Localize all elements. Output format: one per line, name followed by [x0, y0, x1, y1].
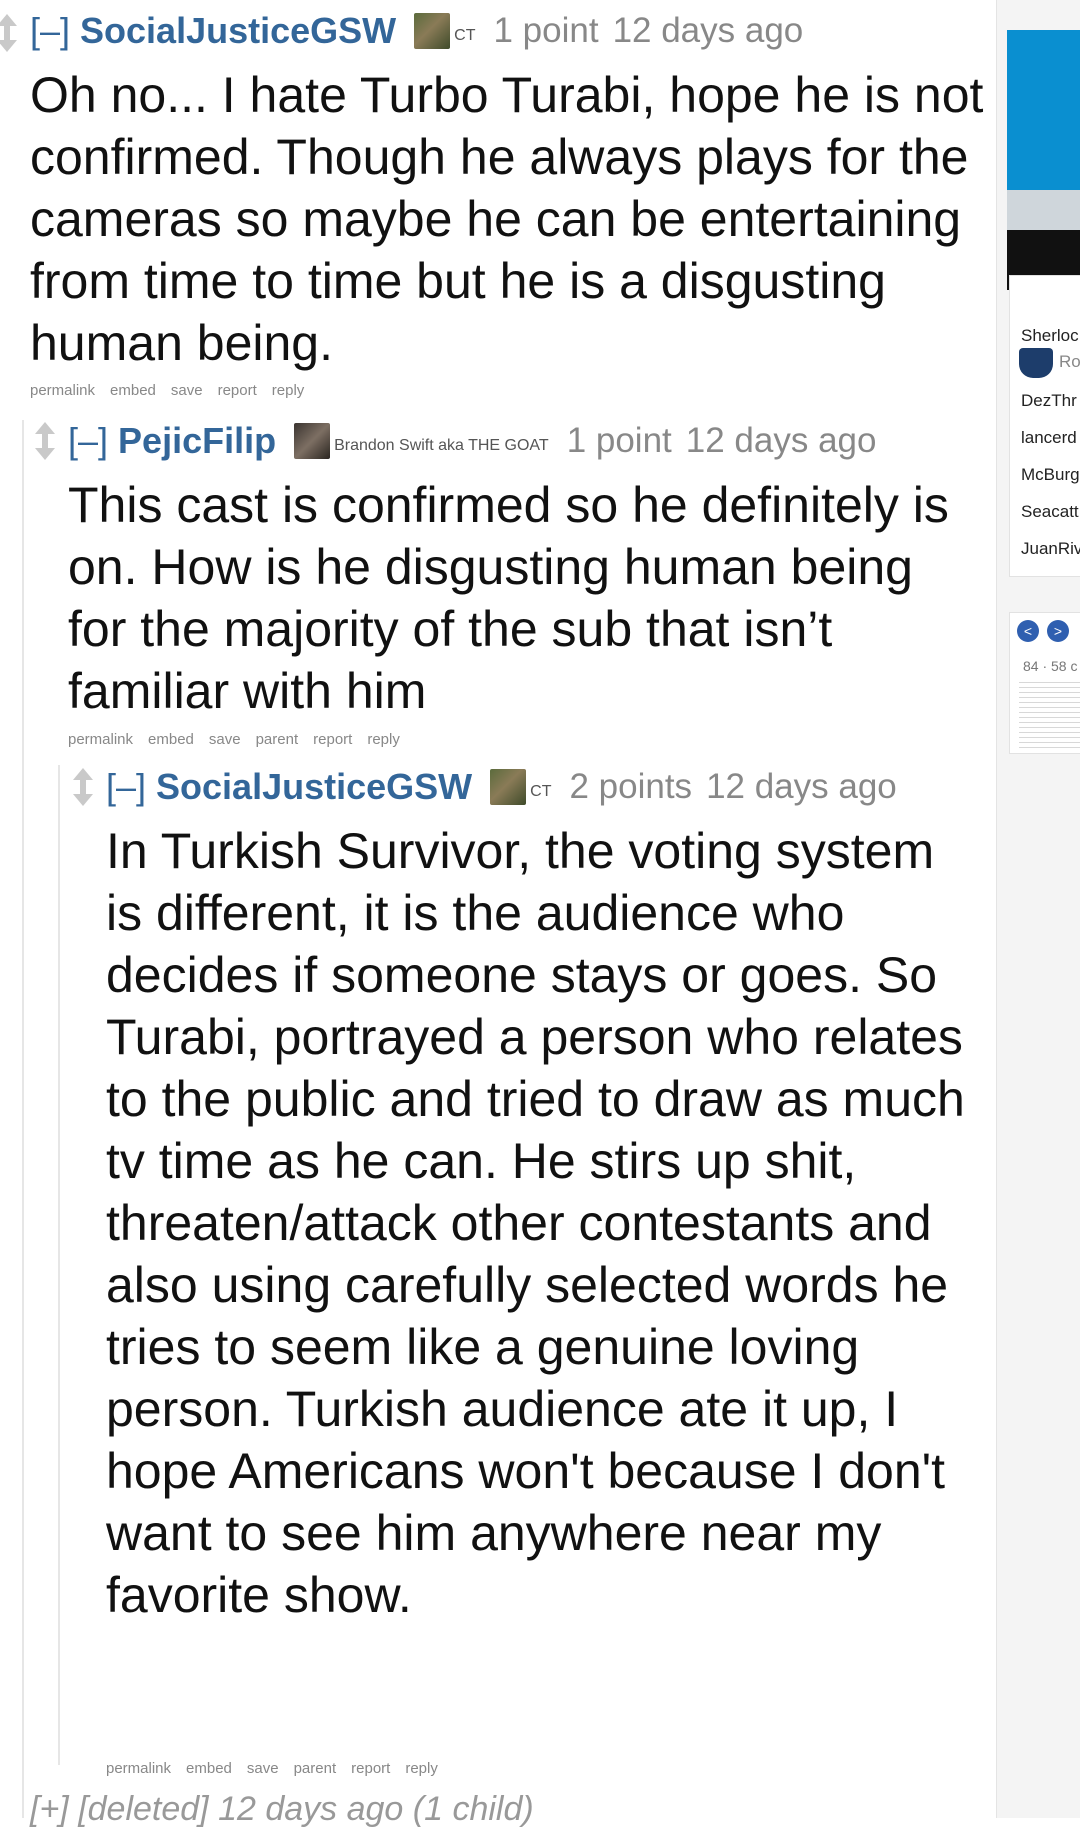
sidebar-user-link[interactable]: JuanRiv [1021, 539, 1080, 559]
user-flair-image [490, 769, 527, 805]
preview-thumbnail[interactable] [1019, 678, 1080, 748]
downvote-arrow-icon[interactable] [35, 448, 55, 460]
embed-button[interactable]: embed [110, 382, 156, 399]
sidebar: Sherloc Ro DezThr lancerd McBurg Seacatt… [996, 0, 1080, 1818]
comment-author[interactable]: SocialJusticeGSW [156, 766, 472, 808]
save-button[interactable]: save [209, 731, 241, 748]
report-button[interactable]: report [313, 731, 352, 748]
user-flair-text: CT [530, 783, 552, 800]
team-badge-icon [1019, 348, 1053, 378]
reply-button[interactable]: reply [272, 382, 305, 399]
vote-stem [4, 26, 10, 40]
vote-arrows[interactable] [32, 422, 58, 460]
comment-score: 1 point [566, 421, 672, 460]
comment-buttons: permalink embed save parent report reply [68, 731, 400, 748]
sidebar-user-panel [1009, 275, 1080, 577]
user-flair-image [294, 423, 331, 459]
video-frame-strip [1007, 190, 1080, 230]
prev-button[interactable]: < [1017, 620, 1039, 642]
comment-body: In Turkish Survivor, the voting system i… [106, 823, 965, 1623]
user-flair-text: CT [454, 27, 476, 44]
parent-button[interactable]: parent [294, 1760, 337, 1777]
comment-buttons: permalink embed save parent report reply [106, 1760, 438, 1777]
comment-body: Oh no... I hate Turbo Turabi, hope he is… [30, 67, 984, 371]
comment-tagline: [–] PejicFilip Brandon Swift aka THE GOA… [68, 420, 877, 462]
comment-buttons: permalink embed save report reply [30, 382, 304, 399]
report-button[interactable]: report [351, 1760, 390, 1777]
permalink-button[interactable]: permalink [106, 1760, 171, 1777]
collapse-toggle[interactable]: [–] [68, 420, 108, 462]
comment-body: This cast is confirmed so he definitely … [68, 477, 949, 719]
permalink-button[interactable]: permalink [68, 731, 133, 748]
comment-score: 2 points [569, 767, 693, 806]
permalink-button[interactable]: permalink [30, 382, 95, 399]
sidebar-user-link[interactable]: Ro [1059, 352, 1080, 372]
sidebar-user-link[interactable]: McBurg [1021, 465, 1080, 485]
upvote-arrow-icon[interactable] [0, 14, 17, 26]
reply-button[interactable]: reply [405, 1760, 438, 1777]
upvote-arrow-icon[interactable] [73, 768, 93, 780]
vote-arrows[interactable] [70, 768, 96, 806]
deleted-comment-collapsed[interactable]: [+] [deleted] 12 days ago (1 child) [30, 1790, 534, 1829]
embed-button[interactable]: embed [148, 731, 194, 748]
thread-line [22, 420, 24, 1818]
comment-time: 12 days ago [706, 767, 897, 806]
reply-button[interactable]: reply [367, 731, 400, 748]
embed-button[interactable]: embed [186, 1760, 232, 1777]
upvote-arrow-icon[interactable] [35, 422, 55, 434]
comment-author[interactable]: PejicFilip [118, 420, 276, 462]
comment-author[interactable]: SocialJusticeGSW [80, 10, 396, 52]
comment-score: 1 point [493, 11, 599, 50]
comment-thread: [–] SocialJusticeGSW CT 1 point 12 days … [0, 0, 996, 1828]
comment-time: 12 days ago [685, 421, 877, 460]
user-flair-image [414, 13, 451, 49]
report-button[interactable]: report [218, 382, 257, 399]
save-button[interactable]: save [171, 382, 203, 399]
comment-tagline: [–] SocialJusticeGSW CT 1 point 12 days … [30, 10, 803, 52]
preview-count: 84 · 58 c [1023, 658, 1078, 674]
sidebar-video-thumbnail[interactable] [1007, 30, 1080, 290]
sidebar-user-link[interactable]: Seacatt [1021, 502, 1079, 522]
sidebar-user-link[interactable]: lancerd [1021, 428, 1077, 448]
downvote-arrow-icon[interactable] [0, 40, 17, 52]
collapse-toggle[interactable]: [–] [30, 10, 70, 52]
save-button[interactable]: save [247, 1760, 279, 1777]
parent-button[interactable]: parent [256, 731, 299, 748]
user-flair-text: Brandon Swift aka THE GOAT [334, 437, 549, 454]
comment-tagline: [–] SocialJusticeGSW CT 2 points 12 days… [106, 766, 897, 808]
comment-time: 12 days ago [612, 11, 804, 50]
vote-stem [42, 434, 48, 448]
vote-arrows[interactable] [0, 14, 20, 52]
next-button[interactable]: > [1047, 620, 1069, 642]
sidebar-user-link[interactable]: Sherloc [1021, 326, 1079, 346]
downvote-arrow-icon[interactable] [73, 794, 93, 806]
vote-stem [80, 780, 86, 794]
thread-line [58, 765, 60, 1765]
sidebar-user-link[interactable]: DezThr [1021, 391, 1077, 411]
collapse-toggle[interactable]: [–] [106, 766, 146, 808]
